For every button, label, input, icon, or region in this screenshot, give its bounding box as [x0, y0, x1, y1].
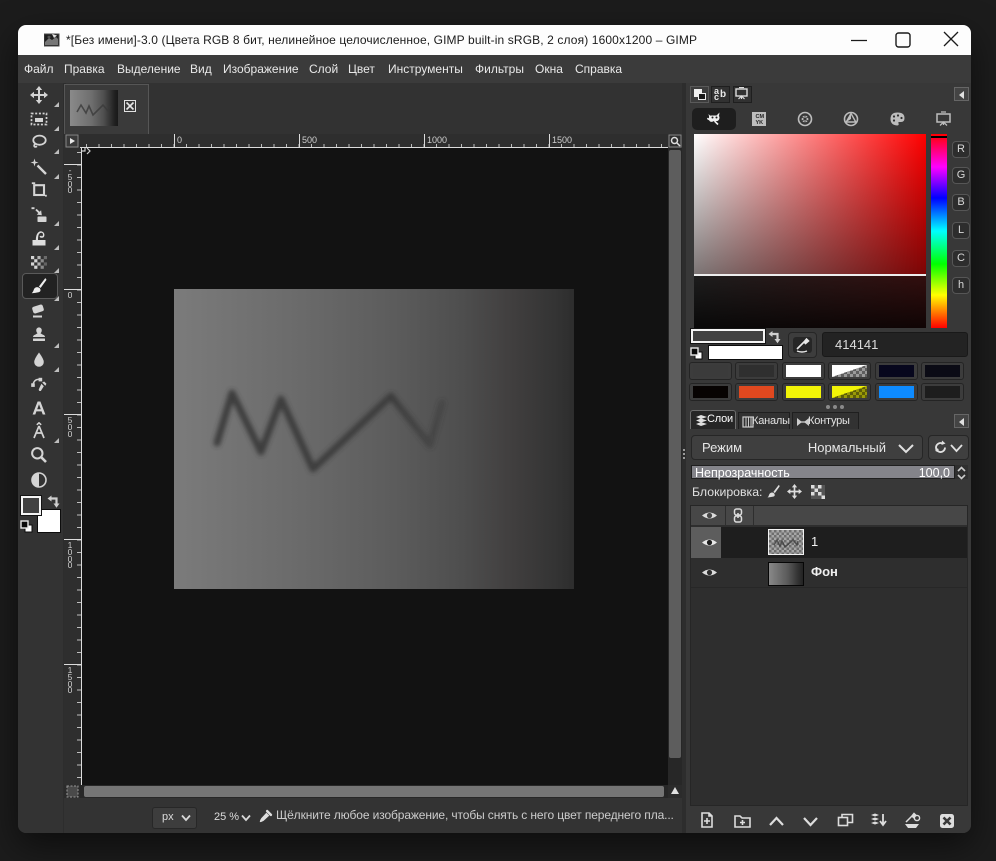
svg-text:YK: YK [756, 120, 764, 126]
